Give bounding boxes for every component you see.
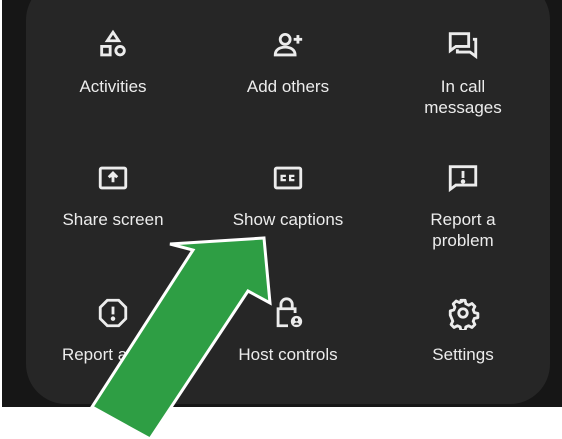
activities-label: Activities (79, 77, 147, 96)
report-abuse-icon (98, 298, 128, 328)
in-call-messages-label: In call messages (424, 77, 502, 117)
in-call-messages-button[interactable]: In call messages (376, 28, 550, 118)
report-problem-icon (448, 165, 478, 193)
share-screen-icon (98, 166, 128, 190)
shapes-icon (100, 29, 126, 57)
host-controls-button[interactable]: Host controls (201, 296, 375, 365)
chat-icon (448, 32, 478, 60)
show-captions-label: Show captions (232, 210, 344, 229)
settings-label: Settings (432, 345, 494, 364)
report-problem-button[interactable]: Report a problem (376, 161, 550, 251)
report-abuse-label: Report abuse (61, 345, 165, 364)
report-abuse-button[interactable]: Report abuse (26, 296, 200, 365)
add-others-button[interactable]: Add others (201, 28, 375, 97)
report-problem-label: Report a problem (430, 210, 496, 250)
options-grid: Activities Add others In call messages S… (26, 0, 550, 404)
share-screen-label: Share screen (62, 210, 164, 229)
gear-icon (448, 298, 480, 330)
add-person-icon (273, 32, 303, 57)
host-controls-label: Host controls (238, 345, 338, 364)
closed-captions-icon (273, 166, 303, 190)
lock-person-icon (276, 297, 303, 328)
activities-button[interactable]: Activities (26, 28, 200, 97)
add-others-label: Add others (246, 77, 330, 96)
show-captions-button[interactable]: Show captions (201, 161, 375, 230)
share-screen-button[interactable]: Share screen (26, 161, 200, 230)
settings-button[interactable]: Settings (376, 296, 550, 365)
